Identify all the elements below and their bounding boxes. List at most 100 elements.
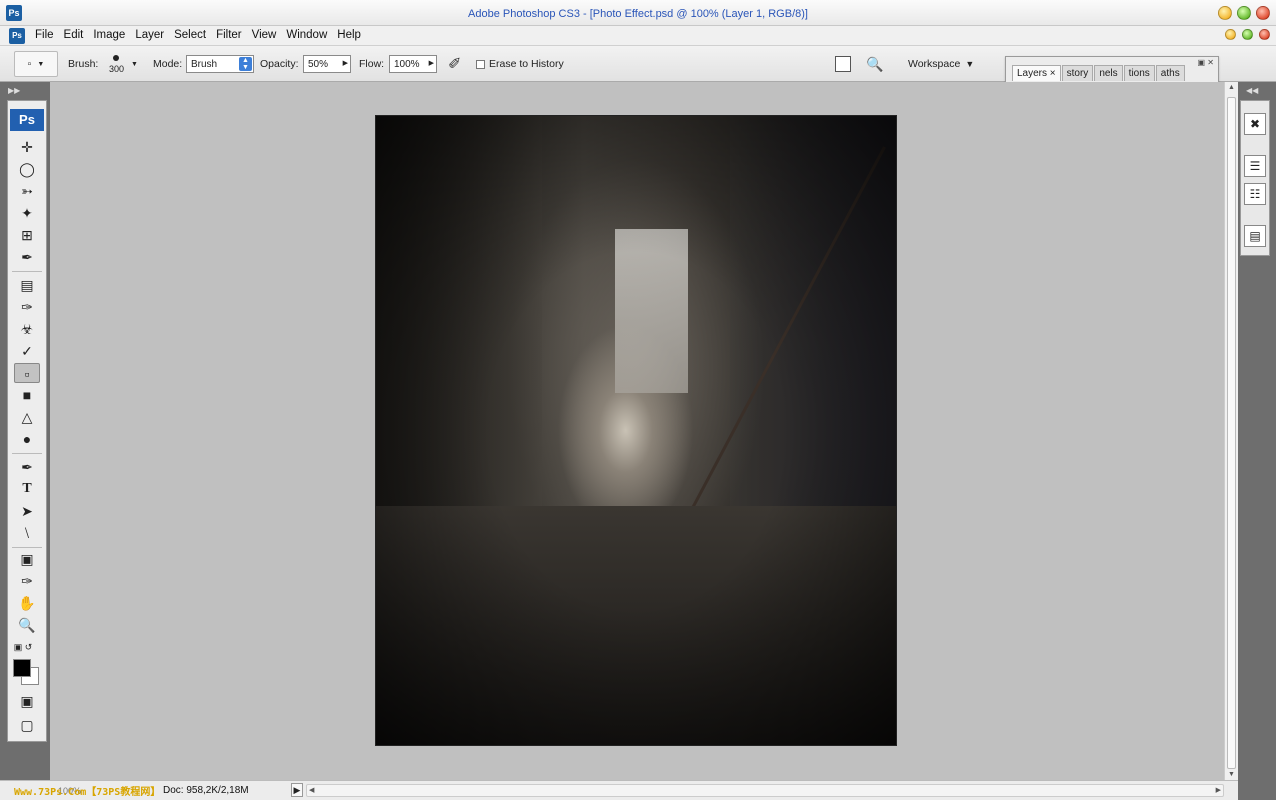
mode-value: Brush <box>191 58 218 70</box>
workspace-menu[interactable]: Workspace ▼ <box>908 46 974 82</box>
opacity-input[interactable]: 50% ▶ <box>303 55 351 73</box>
chevron-down-icon: ▼ <box>37 60 45 68</box>
tools-panel: Ps ✛ ◯ ➳ ✦ ⊞ ✒ ▤ ✑ ☣ ✓ ▫ ■ △ ● ✒ T ➤ ⧵ ▣… <box>7 100 47 742</box>
line-tool-icon[interactable]: ⧵ <box>14 523 40 543</box>
airbrush-icon[interactable]: ✐ <box>448 46 461 82</box>
foreground-color-swatch[interactable] <box>13 659 31 677</box>
window-title: Adobe Photoshop CS3 - [Photo Effect.psd … <box>468 8 808 20</box>
scroll-right-icon[interactable]: ▶ <box>1216 786 1221 794</box>
marquee-tool-icon[interactable]: ◯ <box>14 159 40 179</box>
screen-mode-icon[interactable]: ▢ <box>14 715 40 735</box>
scroll-up-icon[interactable]: ▲ <box>1228 84 1235 91</box>
document-window-controls <box>1225 29 1270 40</box>
chevron-right-icon[interactable]: ▶ <box>343 59 348 67</box>
magic-wand-tool-icon[interactable]: ✦ <box>14 203 40 223</box>
collapse-arrows-icon[interactable]: ▶▶ <box>8 86 20 95</box>
document-image[interactable] <box>375 115 897 746</box>
minimize-button[interactable] <box>1218 6 1232 20</box>
maximize-button[interactable] <box>1237 6 1251 20</box>
history-brush-tool-icon[interactable]: ✓ <box>14 341 40 361</box>
eraser-icon: ▫ <box>27 58 32 70</box>
status-bar: 100% Www.73Ps.Com【73PS教程网】 Doc: 958,2K/2… <box>0 780 1238 800</box>
menu-image[interactable]: Image <box>88 29 130 41</box>
close-icon[interactable]: × <box>1050 68 1056 79</box>
dodge-tool-icon[interactable]: ● <box>14 429 40 449</box>
expand-dock-icon[interactable]: ◀◀ <box>1246 86 1258 95</box>
crop-tool-icon[interactable]: ⊞ <box>14 225 40 245</box>
chevron-right-icon[interactable]: ▶ <box>429 59 434 67</box>
tool-separator <box>12 271 42 272</box>
close-button[interactable] <box>1256 6 1270 20</box>
gradient-tool-icon[interactable]: ■ <box>14 385 40 405</box>
slice-tool-icon[interactable]: ✒ <box>14 247 40 267</box>
tab-paths[interactable]: aths <box>1155 65 1185 81</box>
brush-size: 300 <box>109 64 125 74</box>
scroll-down-icon[interactable]: ▼ <box>1228 771 1235 778</box>
flow-label: Flow: <box>359 58 385 70</box>
path-selection-tool-icon[interactable]: ➤ <box>14 501 40 521</box>
tab-history[interactable]: story <box>1061 65 1094 81</box>
photo-vignette <box>376 116 896 745</box>
brush-tool-icon[interactable]: ✑ <box>14 297 40 317</box>
brush-picker-arrow[interactable]: ▼ <box>131 46 138 82</box>
panel-dock-collapsed: ▣ ✕ Layers × story nels tions aths <box>1005 56 1219 84</box>
checkbox-box[interactable] <box>476 59 485 69</box>
horizontal-scrollbar[interactable]: ◀ ▶ <box>306 784 1224 797</box>
document-icon[interactable]: Ps <box>9 28 25 44</box>
menu-layer[interactable]: Layer <box>130 29 169 41</box>
vertical-scroll-thumb[interactable] <box>1227 97 1236 769</box>
notes-tool-icon[interactable]: ▣ <box>14 549 40 569</box>
menu-bar: Ps File Edit Image Layer Select Filter V… <box>0 26 1276 46</box>
panel-controls[interactable]: ▣ ✕ <box>1198 58 1214 67</box>
clone-source-icon[interactable]: ☷ <box>1244 183 1266 205</box>
eyedropper-tool-icon[interactable]: ✑ <box>14 571 40 591</box>
title-bar: Ps Adobe Photoshop CS3 - [Photo Effect.p… <box>0 0 1276 26</box>
page-icon <box>835 56 851 72</box>
tab-channels[interactable]: nels <box>1094 65 1123 81</box>
ps-logo[interactable]: Ps <box>10 109 44 131</box>
default-colors-icon[interactable]: ▣ ↺ <box>10 637 36 657</box>
menu-select[interactable]: Select <box>169 29 211 41</box>
doc-maximize-button[interactable] <box>1242 29 1253 40</box>
caret-down-icon: ▼ <box>965 59 975 69</box>
document-icon-button[interactable] <box>835 46 851 82</box>
flow-input[interactable]: 100% ▶ <box>389 55 437 73</box>
zoom-tool-icon[interactable]: 🔍 <box>14 615 40 635</box>
quick-mask-icon[interactable]: ▣ <box>14 691 40 711</box>
menu-window[interactable]: Window <box>281 29 332 41</box>
move-tool-icon[interactable]: ✛ <box>14 137 40 157</box>
mode-select[interactable]: Brush ▲ ▼ <box>186 55 254 73</box>
doc-close-button[interactable] <box>1259 29 1270 40</box>
scroll-left-icon[interactable]: ◀ <box>309 786 314 794</box>
doc-minimize-button[interactable] <box>1225 29 1236 40</box>
brushes-icon[interactable]: ☰ <box>1244 155 1266 177</box>
workspace-label: Workspace <box>908 58 961 70</box>
erase-to-history-label: Erase to History <box>489 58 564 70</box>
site-watermark: Www.73Ps.Com【73PS教程网】 <box>14 787 161 798</box>
pen-tool-icon[interactable]: ✒ <box>14 457 40 477</box>
menu-filter[interactable]: Filter <box>211 29 247 41</box>
eraser-tool-icon[interactable]: ▫ <box>14 363 40 383</box>
menu-file[interactable]: File <box>30 29 59 41</box>
info-panel-icon[interactable]: ▤ <box>1244 225 1266 247</box>
blur-tool-icon[interactable]: △ <box>14 407 40 427</box>
collapsed-panels: ✖ ☰ ☷ ▤ <box>1240 100 1270 256</box>
document-canvas-area[interactable] <box>50 82 1226 780</box>
menu-view[interactable]: View <box>247 29 282 41</box>
lasso-tool-icon[interactable]: ➳ <box>14 181 40 201</box>
erase-to-history-checkbox[interactable]: Erase to History <box>476 46 564 82</box>
tab-actions[interactable]: tions <box>1123 65 1155 81</box>
tool-presets-icon[interactable]: ✖ <box>1244 113 1266 135</box>
clone-stamp-tool-icon[interactable]: ☣ <box>14 319 40 339</box>
vertical-scrollbar[interactable]: ▲ ▼ <box>1224 82 1238 780</box>
tool-preset-picker[interactable]: ▫ ▼ <box>14 51 58 77</box>
tab-layers[interactable]: Layers × <box>1012 65 1061 81</box>
healing-brush-tool-icon[interactable]: ▤ <box>14 275 40 295</box>
hand-tool-icon[interactable]: ✋ <box>14 593 40 613</box>
status-menu-arrow-icon[interactable]: ▶ <box>291 783 303 797</box>
type-tool-icon[interactable]: T <box>14 479 40 499</box>
menu-edit[interactable]: Edit <box>59 29 89 41</box>
menu-help[interactable]: Help <box>332 29 366 41</box>
bridge-icon[interactable]: 🔍 <box>866 46 883 82</box>
brush-preview-icon[interactable] <box>113 55 119 61</box>
